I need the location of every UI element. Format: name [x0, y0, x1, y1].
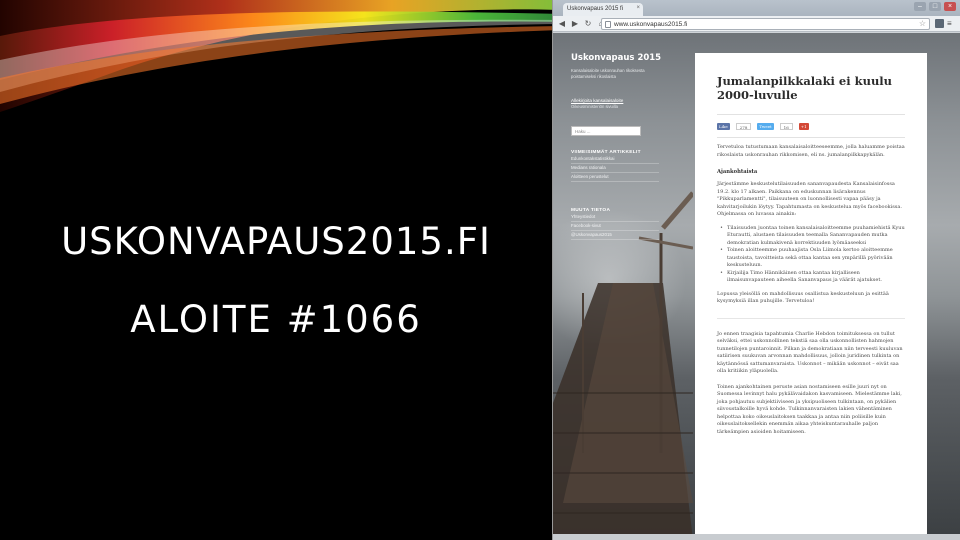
tab-title: Uskonvapaus 2015 fi: [567, 6, 624, 12]
window-controls: – □ ×: [914, 2, 956, 11]
maximize-icon[interactable]: □: [929, 2, 941, 11]
page-viewport[interactable]: Uskonvapaus 2015 Kansalaisaloite uskonra…: [553, 33, 960, 540]
star-icon[interactable]: ☆: [919, 19, 926, 28]
slide-subtitle: ALOITE #1066: [130, 298, 422, 341]
google-plus-button[interactable]: +1: [798, 122, 809, 130]
body-paragraph: Jo ennen traagisia tapahtumia Charlie He…: [717, 330, 903, 375]
close-window-icon[interactable]: ×: [944, 2, 956, 11]
facebook-like-button[interactable]: Like: [717, 122, 730, 130]
minimize-icon[interactable]: –: [914, 2, 926, 11]
decorative-swoosh: [0, 0, 560, 112]
closing-text: Lopussa yleisöllä on mahdollisuus osalli…: [717, 290, 889, 305]
other-info-link[interactable]: @Uskonvapaus2015: [571, 231, 659, 240]
tweet-button[interactable]: Tweet: [757, 122, 774, 130]
forward-icon[interactable]: ▶: [570, 19, 580, 29]
share-buttons: Like 278 Tweet 16 +1: [717, 121, 905, 131]
body-paragraph: Toinen ajankohtainen peruste asian nosta…: [717, 383, 902, 435]
list-item: Tilaisuuden juontaa toinen kansalaisaloi…: [720, 225, 905, 248]
browser-window: Uskonvapaus 2015 fi × – □ × ◀ ▶ ↻ ⌂ www.…: [552, 0, 960, 540]
back-icon[interactable]: ◀: [557, 19, 567, 29]
browser-tab[interactable]: Uskonvapaus 2015 fi ×: [563, 3, 643, 16]
address-url: www.uskonvapaus2015.fi: [614, 21, 688, 28]
section-text: Järjestämme keskustelutilaisuuden sananv…: [717, 181, 902, 217]
article-panel: Jumalanpilkkalaki ei kuulu 2000-luvulle …: [695, 53, 927, 540]
recent-article-link[interactable]: Medians rationala: [571, 164, 659, 173]
list-item: Kirjailija Timo Hännikäinen ottaa kantaa…: [720, 270, 905, 285]
article-intro: Tervetuloa tutustumaan kansalaisaloittee…: [717, 144, 905, 158]
close-tab-icon[interactable]: ×: [636, 5, 640, 11]
tweet-count: 16: [779, 122, 793, 130]
site-sidebar: Uskonvapaus 2015 Kansalaisaloite uskonra…: [571, 53, 681, 240]
divider: [717, 114, 905, 115]
browser-toolbar: ◀ ▶ ↻ ⌂ www.uskonvapaus2015.fi ☆ ≡: [553, 16, 960, 32]
address-bar[interactable]: www.uskonvapaus2015.fi ☆: [601, 18, 930, 30]
article-title: Jumalanpilkkalaki ei kuulu 2000-luvulle: [717, 74, 893, 102]
sign-initiative-sub: Oikeusministeriön sivuilla: [571, 104, 619, 109]
event-list: Tilaisuuden juontaa toinen kansalaisaloi…: [717, 225, 905, 285]
recent-article-link[interactable]: Edunkontakstatistikkai: [571, 155, 659, 164]
tab-strip: Uskonvapaus 2015 fi × – □ ×: [553, 0, 960, 16]
facebook-count: 278: [735, 122, 752, 130]
site-title[interactable]: Uskonvapaus 2015: [571, 53, 681, 64]
extension-icon[interactable]: [935, 19, 944, 28]
section-heading: Ajankohtaista: [717, 169, 758, 175]
menu-icon[interactable]: ≡: [947, 19, 956, 28]
search-input[interactable]: Haku ...: [571, 126, 641, 136]
recent-article-link[interactable]: Aloitteen perustelut: [571, 173, 659, 182]
page-icon: [605, 21, 611, 28]
presentation-slide: USKONVAPAUS2015.FI ALOITE #1066 Uskonvap…: [0, 0, 960, 540]
bottom-strip: [553, 534, 960, 540]
site-description: Kansalaisaloite uskonrauhan rikoksesta p…: [571, 68, 645, 79]
other-info-link[interactable]: Facebook-sivut: [571, 222, 659, 231]
toolbar-right: ≡: [935, 19, 956, 28]
slide-title: USKONVAPAUS2015.FI: [61, 220, 491, 263]
divider: [717, 317, 905, 319]
reload-icon[interactable]: ↻: [583, 19, 593, 29]
other-info-link[interactable]: Yhteystiedot: [571, 213, 659, 222]
divider: [717, 137, 905, 138]
list-item: Toinen aloitteemme puuhaajista Osla Liim…: [720, 247, 905, 270]
